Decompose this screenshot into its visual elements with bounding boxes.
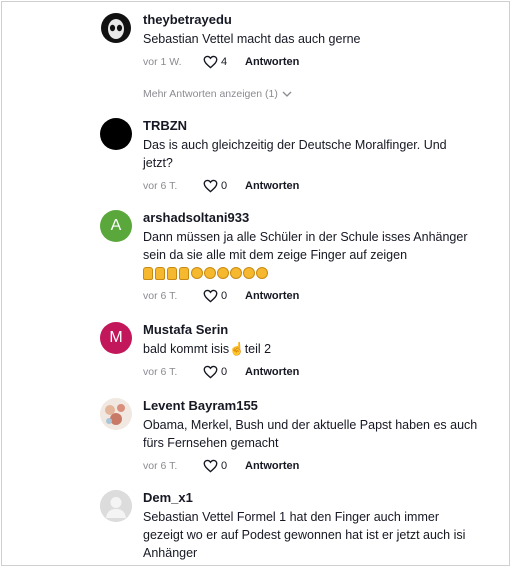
comment-text: bald kommt isis☝teil 2 [143, 342, 272, 356]
like-count: 0 [221, 366, 228, 378]
laughing-face-icon [217, 267, 229, 280]
comment-time: vor 6 T. [143, 290, 178, 302]
laughing-face-icon [191, 267, 203, 280]
comment-text: Obama, Merkel, Bush und der aktuelle Pap… [143, 418, 478, 450]
comment-text: Dann müssen ja alle Schüler in der Schul… [143, 228, 478, 282]
reply-button[interactable]: Antworten [245, 180, 299, 192]
heart-icon [203, 365, 218, 379]
laughing-face-icon [230, 267, 242, 280]
avatar[interactable]: M [100, 322, 132, 354]
avatar[interactable]: A [100, 210, 132, 242]
avatar[interactable] [100, 118, 132, 150]
comment-time: vor 6 T. [143, 366, 178, 378]
avatar[interactable] [100, 490, 132, 522]
like-count: 0 [221, 290, 228, 302]
comment-username[interactable]: Dem_x1 [143, 490, 478, 506]
reply-button[interactable]: Antworten [245, 366, 299, 378]
chevron-down-icon [282, 91, 292, 97]
heart-icon [203, 289, 218, 303]
comment-time: vor 1 W. [143, 56, 182, 68]
comment-text: Das is auch gleichzeitig der Deutsche Mo… [143, 138, 447, 170]
comment-username[interactable]: Levent Bayram155 [143, 398, 478, 414]
avatar[interactable] [100, 398, 132, 430]
heart-icon [203, 459, 218, 473]
comment-text: Sebastian Vettel macht das auch gerne [143, 32, 361, 46]
heart-icon [203, 55, 218, 69]
comment-text: Sebastian Vettel Formel 1 hat den Finger… [143, 510, 466, 560]
pointing-hand-icon [155, 267, 165, 281]
heart-icon [203, 179, 218, 193]
laughing-face-icon [204, 267, 216, 280]
pointing-hand-icon [167, 267, 177, 281]
like-count: 0 [221, 180, 228, 192]
comment-username[interactable]: theybetrayedu [143, 12, 478, 28]
like-button[interactable]: 4 [203, 55, 245, 69]
avatar[interactable] [100, 12, 132, 44]
comment-username[interactable]: Mustafa Serin [143, 322, 478, 338]
laughing-face-icon [256, 267, 268, 280]
comment-username[interactable]: arshadsoltani933 [143, 210, 478, 226]
laughing-face-icon [243, 267, 255, 280]
reply-button[interactable]: Antworten [245, 290, 299, 302]
comment-username[interactable]: TRBZN [143, 118, 478, 134]
like-button[interactable]: 0 [203, 365, 245, 379]
emoji-group [143, 267, 268, 281]
pointing-hand-icon [179, 267, 189, 281]
like-button[interactable]: 0 [203, 179, 245, 193]
pointing-hand-icon [143, 267, 153, 281]
comment-text-content: Dann müssen ja alle Schüler in der Schul… [143, 230, 468, 262]
reply-button[interactable]: Antworten [245, 460, 299, 472]
more-replies-button[interactable]: Mehr Antworten anzeigen (1) [143, 88, 292, 100]
more-replies-label: Mehr Antworten anzeigen (1) [143, 88, 278, 100]
like-count: 0 [221, 460, 228, 472]
like-button[interactable]: 0 [203, 289, 245, 303]
reply-button[interactable]: Antworten [245, 56, 299, 68]
comment-time: vor 6 T. [143, 180, 178, 192]
comment-time: vor 6 T. [143, 460, 178, 472]
like-count: 4 [221, 56, 228, 68]
like-button[interactable]: 0 [203, 459, 245, 473]
